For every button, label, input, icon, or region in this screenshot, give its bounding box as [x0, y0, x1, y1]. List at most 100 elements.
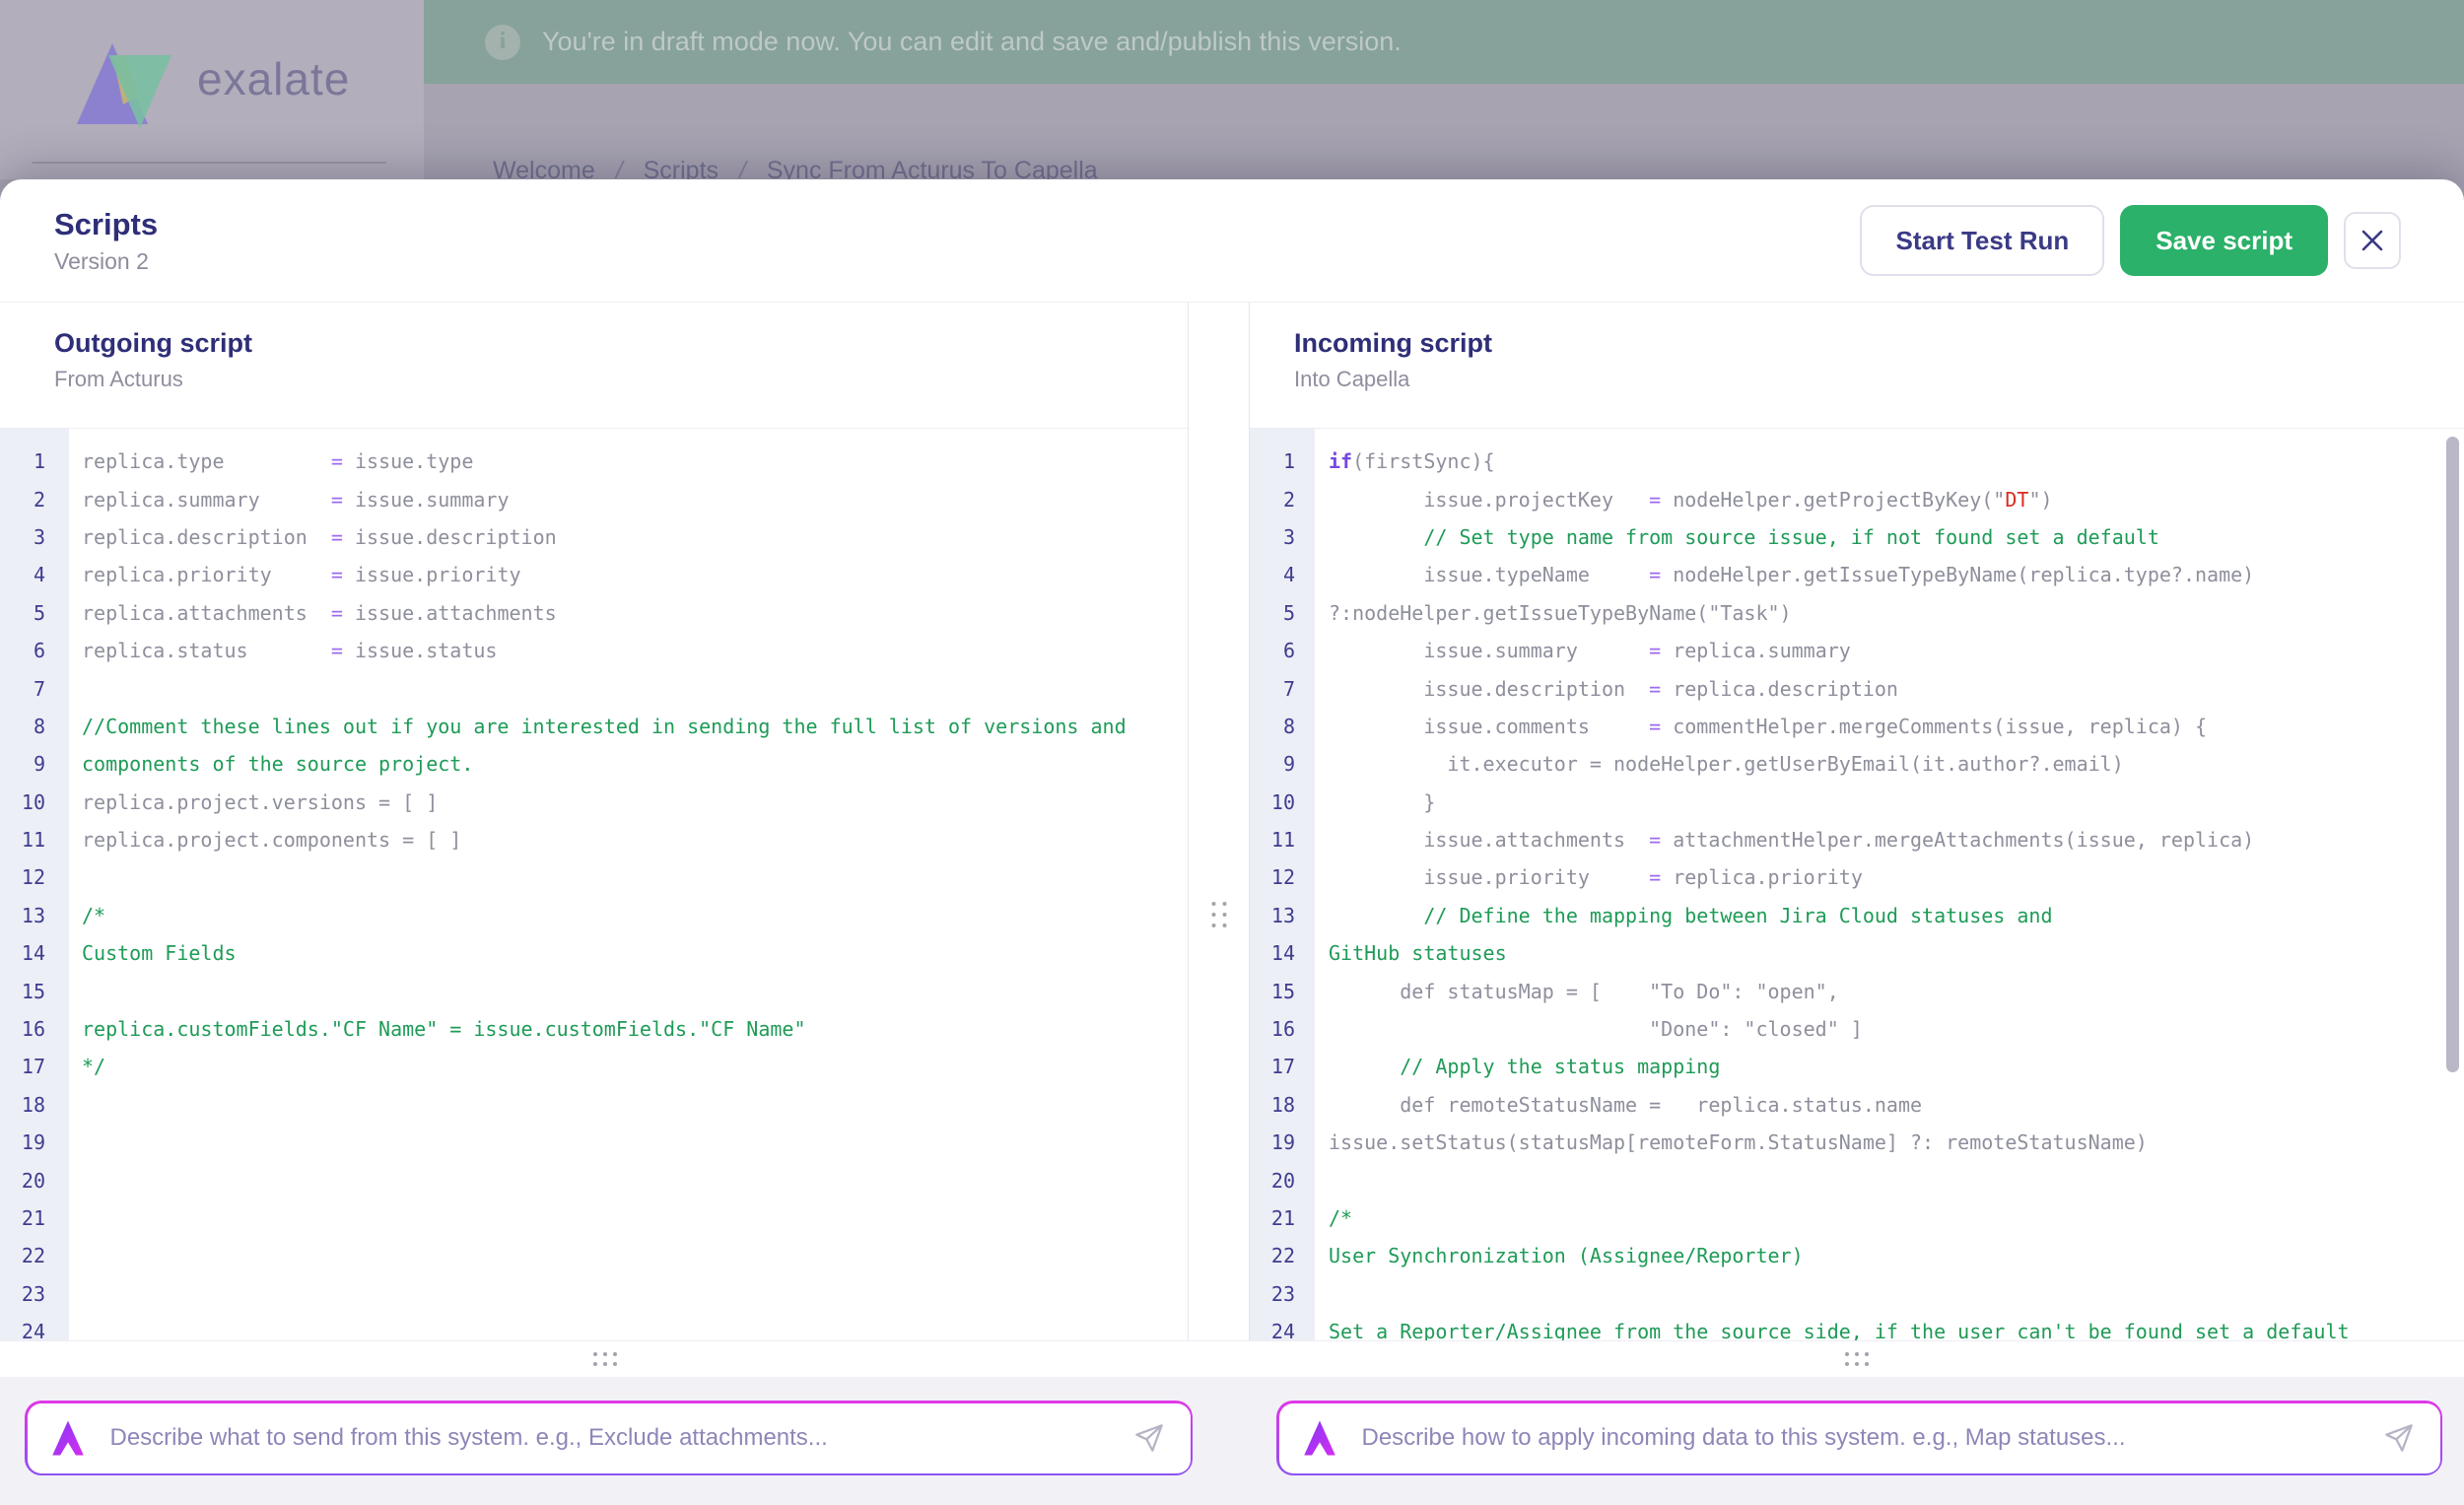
code-line[interactable]: 24 [0, 1313, 1188, 1340]
ai-assistant-icon [1299, 1417, 1340, 1459]
outgoing-ai-prompt [25, 1401, 1193, 1475]
line-number: 6 [0, 639, 69, 662]
line-number: 3 [0, 525, 69, 549]
line-number: 3 [1250, 525, 1315, 549]
code-line[interactable]: 6 issue.summary = replica.summary [1250, 632, 2464, 669]
code-line[interactable]: 23 [1250, 1275, 2464, 1313]
code-line-text: // Set type name from source issue, if n… [1315, 525, 2159, 549]
line-number: 2 [1250, 488, 1315, 512]
exalate-logo-icon [69, 26, 179, 132]
code-line[interactable]: 22User Synchronization (Assignee/Reporte… [1250, 1237, 2464, 1274]
code-line[interactable]: 14Custom Fields [0, 934, 1188, 972]
code-line[interactable]: 20 [0, 1161, 1188, 1198]
vertical-drag-handle-icon[interactable] [1211, 902, 1226, 927]
incoming-code-editor[interactable]: 1if(firstSync){2 issue.projectKey = node… [1250, 429, 2464, 1340]
code-line-text: issue.projectKey = nodeHelper.getProject… [1315, 488, 2053, 512]
code-line[interactable]: 13 // Define the mapping between Jira Cl… [1250, 897, 2464, 934]
code-line[interactable]: 22 [0, 1237, 1188, 1274]
code-line[interactable]: 8 issue.comments = commentHelper.mergeCo… [1250, 708, 2464, 745]
code-line[interactable]: 10replica.project.versions = [ ] [0, 784, 1188, 821]
code-line-text: /* [1315, 1206, 1352, 1230]
horizontal-drag-handle-icon[interactable] [593, 1352, 617, 1366]
panel-resize-divider[interactable] [1189, 303, 1249, 1340]
save-script-button[interactable]: Save script [2120, 205, 2328, 276]
code-line[interactable]: 16replica.customFields."CF Name" = issue… [0, 1010, 1188, 1048]
bottom-grip-bar [0, 1340, 2464, 1377]
sidebar: exalate [0, 0, 424, 179]
code-line-text: replica.customFields."CF Name" = issue.c… [69, 1017, 806, 1041]
code-line[interactable]: 8//Comment these lines out if you are in… [0, 708, 1188, 745]
outgoing-ai-prompt-input[interactable] [110, 1424, 1133, 1452]
code-line[interactable]: 2replica.summary = issue.summary [0, 480, 1188, 517]
code-line-text: replica.type = issue.type [69, 449, 473, 473]
line-number: 18 [1250, 1093, 1315, 1117]
modal-actions: Start Test Run Save script [1860, 205, 2401, 276]
line-number: 19 [0, 1130, 69, 1154]
code-line[interactable]: 3replica.description = issue.description [0, 518, 1188, 556]
code-line[interactable]: 12 [0, 858, 1188, 896]
incoming-ai-prompt-input[interactable] [1362, 1424, 2383, 1452]
code-line[interactable]: 5replica.attachments = issue.attachments [0, 594, 1188, 632]
code-line[interactable]: 17 // Apply the status mapping [1250, 1048, 2464, 1085]
line-number: 10 [0, 790, 69, 814]
close-button[interactable] [2344, 212, 2401, 269]
scripts-modal: Scripts Version 2 Start Test Run Save sc… [0, 179, 2464, 1505]
code-line[interactable]: 15 [0, 972, 1188, 1009]
code-line[interactable]: 6replica.status = issue.status [0, 632, 1188, 669]
line-number: 23 [1250, 1282, 1315, 1306]
outgoing-script-title: Outgoing script [54, 328, 1188, 359]
close-icon [2360, 228, 2385, 253]
code-line[interactable]: 9 it.executor = nodeHelper.getUserByEmai… [1250, 745, 2464, 783]
send-icon[interactable] [1133, 1422, 1165, 1454]
code-line[interactable]: 19issue.setStatus(statusMap[remoteForm.S… [1250, 1124, 2464, 1161]
code-line[interactable]: 13/* [0, 897, 1188, 934]
code-line[interactable]: 2 issue.projectKey = nodeHelper.getProje… [1250, 480, 2464, 517]
outgoing-code-editor[interactable]: 1replica.type = issue.type2replica.summa… [0, 429, 1188, 1340]
code-line[interactable]: 23 [0, 1275, 1188, 1313]
code-line[interactable]: 9components of the source project. [0, 745, 1188, 783]
line-number: 8 [0, 715, 69, 738]
code-line[interactable]: 24Set a Reporter/Assignee from the sourc… [1250, 1313, 2464, 1340]
code-line[interactable]: 4 issue.typeName = nodeHelper.getIssueTy… [1250, 556, 2464, 593]
code-line[interactable]: 7 issue.description = replica.descriptio… [1250, 669, 2464, 707]
incoming-script-panel: Incoming script Into Capella 1if(firstSy… [1249, 303, 2464, 1340]
code-line[interactable]: 20 [1250, 1161, 2464, 1198]
code-line[interactable]: 21/* [1250, 1199, 2464, 1237]
code-line[interactable]: 11replica.project.components = [ ] [0, 821, 1188, 858]
incoming-script-subtitle: Into Capella [1294, 367, 2464, 392]
vertical-scrollbar[interactable] [2446, 437, 2459, 1072]
start-test-run-button[interactable]: Start Test Run [1860, 205, 2104, 276]
code-line[interactable]: 3 // Set type name from source issue, if… [1250, 518, 2464, 556]
code-line[interactable]: 7 [0, 669, 1188, 707]
code-line-text: issue.typeName = nodeHelper.getIssueType… [1315, 563, 2254, 586]
line-number: 24 [1250, 1320, 1315, 1340]
page-title: Scripts [54, 207, 158, 242]
send-icon[interactable] [2383, 1422, 2415, 1454]
code-line[interactable]: 15 def statusMap = [ "To Do": "open", [1250, 972, 2464, 1009]
code-line[interactable]: 21 [0, 1199, 1188, 1237]
code-line[interactable]: 14GitHub statuses [1250, 934, 2464, 972]
line-number: 12 [1250, 865, 1315, 889]
line-number: 9 [1250, 752, 1315, 776]
code-line[interactable]: 10 } [1250, 784, 2464, 821]
code-line[interactable]: 11 issue.attachments = attachmentHelper.… [1250, 821, 2464, 858]
code-line[interactable]: 1replica.type = issue.type [0, 443, 1188, 480]
line-number: 19 [1250, 1130, 1315, 1154]
code-line-text: issue.description = replica.description [1315, 677, 1898, 701]
code-line[interactable]: 12 issue.priority = replica.priority [1250, 858, 2464, 896]
line-number: 16 [0, 1017, 69, 1041]
code-line[interactable]: 17*/ [0, 1048, 1188, 1085]
code-line[interactable]: 18 def remoteStatusName = replica.status… [1250, 1086, 2464, 1124]
code-line[interactable]: 16 "Done": "closed" ] [1250, 1010, 2464, 1048]
code-line-text: replica.summary = issue.summary [69, 488, 510, 512]
code-line[interactable]: 19 [0, 1124, 1188, 1161]
code-line[interactable]: 18 [0, 1086, 1188, 1124]
horizontal-drag-handle-icon[interactable] [1845, 1352, 1869, 1366]
code-line[interactable]: 4replica.priority = issue.priority [0, 556, 1188, 593]
code-line-text: issue.setStatus(statusMap[remoteForm.Sta… [1315, 1130, 2148, 1154]
incoming-ai-prompt [1276, 1401, 2442, 1475]
line-number: 15 [0, 980, 69, 1003]
code-line-text: replica.priority = issue.priority [69, 563, 521, 586]
code-line[interactable]: 5?:nodeHelper.getIssueTypeByName("Task") [1250, 594, 2464, 632]
code-line[interactable]: 1if(firstSync){ [1250, 443, 2464, 480]
